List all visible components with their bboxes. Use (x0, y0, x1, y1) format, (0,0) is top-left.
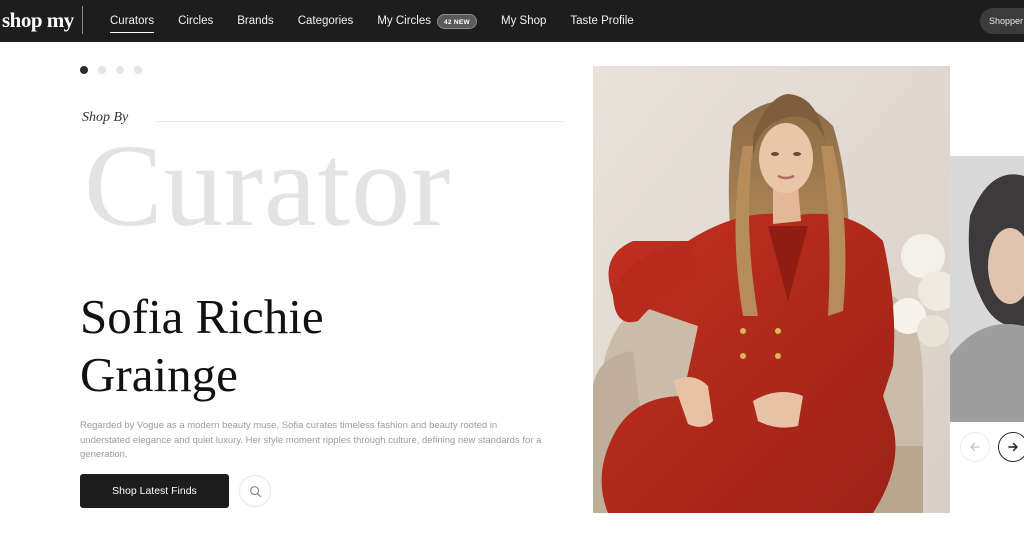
search-icon (249, 485, 261, 497)
arrow-right-icon (1008, 442, 1018, 452)
nav-link-my-circles[interactable]: My Circles 42 NEW (377, 0, 477, 42)
nav-link-circles[interactable]: Circles (178, 0, 213, 42)
nav-link-brands[interactable]: Brands (237, 0, 273, 42)
eyebrow-divider (156, 121, 564, 122)
carousel-dot[interactable] (134, 66, 142, 74)
account-menu-button[interactable]: Shopper (980, 8, 1024, 34)
carousel-prev-button[interactable] (960, 432, 990, 462)
hero-ghost-word: Curator (84, 120, 452, 251)
next-preview-illustration (950, 156, 1024, 422)
search-button[interactable] (239, 475, 271, 507)
curator-name-line-2: Grainge (80, 347, 238, 402)
next-curator-preview[interactable] (950, 156, 1024, 422)
curator-description: Regarded by Vogue as a modern beauty mus… (80, 420, 542, 460)
carousel-dot[interactable] (80, 66, 88, 74)
nav-link-my-circles-label: My Circles (377, 15, 431, 27)
nav-links: Curators Circles Brands Categories My Ci… (110, 0, 658, 42)
nav-link-curators[interactable]: Curators (110, 0, 155, 42)
shop-latest-finds-button[interactable]: Shop Latest Finds (80, 474, 229, 508)
arrow-left-icon (970, 442, 980, 452)
carousel-next-button[interactable] (998, 432, 1024, 462)
carousel-dot[interactable] (98, 66, 106, 74)
nav-link-categories[interactable]: Categories (298, 0, 354, 42)
carousel-dots (80, 66, 152, 74)
logo[interactable]: shop my (2, 6, 83, 34)
nav-link-taste-profile[interactable]: Taste Profile (570, 0, 633, 42)
hero-eyebrow: Shop By (82, 110, 129, 125)
curator-name-line-1: Sofia Richie (80, 289, 324, 344)
curator-name: Sofia Richie Grainge (80, 288, 540, 404)
top-nav: shop my Curators Circles Brands Categori… (0, 0, 1024, 42)
curator-portrait[interactable] (593, 66, 950, 513)
carousel-dot[interactable] (116, 66, 124, 74)
nav-link-my-shop[interactable]: My Shop (501, 0, 546, 42)
portrait-illustration (593, 66, 950, 513)
new-count-badge: 42 NEW (436, 13, 477, 29)
